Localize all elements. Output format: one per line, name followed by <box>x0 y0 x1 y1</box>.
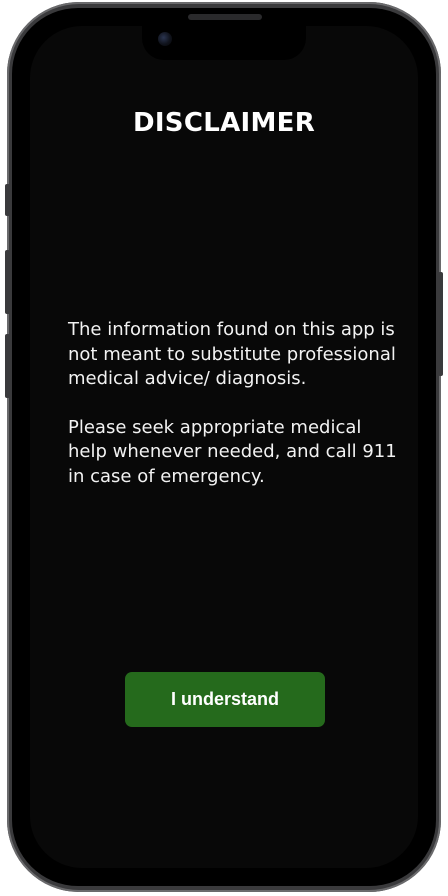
disclaimer-paragraph: The information found on this app is not… <box>68 319 396 389</box>
disclaimer-text: The information found on this app is not… <box>68 318 398 513</box>
speaker-grille <box>188 14 262 20</box>
front-camera-icon <box>158 32 172 46</box>
mute-switch <box>5 184 10 216</box>
power-button <box>438 272 443 376</box>
volume-up-button <box>5 250 10 314</box>
page-title: DISCLAIMER <box>132 108 316 138</box>
i-understand-button[interactable]: I understand <box>125 672 325 727</box>
disclaimer-paragraph: Please seek appropriate medical help whe… <box>68 416 397 487</box>
volume-down-button <box>5 334 10 398</box>
